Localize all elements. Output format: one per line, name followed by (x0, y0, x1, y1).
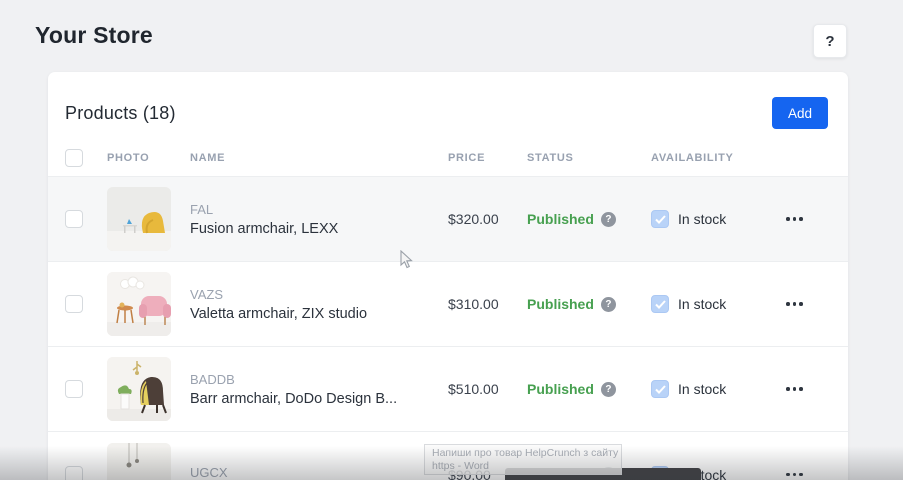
product-photo (107, 357, 171, 421)
help-button[interactable]: ? (813, 24, 847, 58)
store-admin-page: { "page": { "title": "Your Store", "help… (0, 0, 903, 480)
products-card: Products (18) Add PHOTO NAME PRICE STATU… (48, 72, 848, 480)
table-row[interactable]: UGCX $90.00 Published ? In stock (48, 432, 848, 480)
product-name: Valetta armchair, ZIX studio (190, 306, 448, 322)
in-stock-checkbox[interactable] (651, 380, 669, 398)
select-all-checkbox[interactable] (65, 149, 83, 167)
add-product-button[interactable]: Add (772, 97, 828, 129)
column-header-photo: PHOTO (107, 152, 190, 164)
product-sku: BADDB (190, 372, 448, 387)
product-photo (107, 272, 171, 336)
products-heading: Products (18) (65, 103, 176, 124)
product-availability: In stock (651, 295, 784, 313)
check-icon (655, 215, 666, 224)
availability-label: In stock (678, 211, 726, 227)
row-actions-menu-icon[interactable] (784, 387, 848, 391)
column-header-availability: AVAILABILITY (651, 152, 784, 164)
product-name: Barr armchair, DoDo Design B... (190, 391, 448, 407)
product-sku: UGCX (190, 465, 448, 480)
column-header-price: PRICE (448, 152, 527, 164)
table-row[interactable]: BADDB Barr armchair, DoDo Design B... $5… (48, 347, 848, 432)
product-status: Published ? (527, 381, 651, 397)
row-checkbox[interactable] (65, 380, 83, 398)
availability-label: In stock (678, 296, 726, 312)
product-price: $510.00 (448, 381, 527, 397)
row-checkbox[interactable] (65, 466, 83, 480)
product-sku: VAZS (190, 287, 448, 302)
check-icon (655, 300, 666, 309)
status-help-icon[interactable]: ? (601, 382, 616, 397)
in-stock-checkbox[interactable] (651, 210, 669, 228)
product-status: Published ? (527, 211, 651, 227)
armchair-yellow-illustration (107, 187, 171, 251)
status-badge: Published (527, 381, 594, 397)
armchair-pink-illustration (107, 272, 171, 336)
status-help-icon[interactable]: ? (601, 212, 616, 227)
armchair-brown-illustration (107, 357, 171, 421)
row-actions-menu-icon[interactable] (784, 473, 848, 477)
product-price: $320.00 (448, 211, 527, 227)
product-photo (107, 443, 171, 480)
check-icon (655, 385, 666, 394)
in-stock-checkbox[interactable] (651, 295, 669, 313)
table-row[interactable]: FAL Fusion armchair, LEXX $320.00 Publis… (48, 177, 848, 262)
row-checkbox[interactable] (65, 210, 83, 228)
row-actions-menu-icon[interactable] (784, 302, 848, 306)
status-help-icon[interactable]: ? (601, 297, 616, 312)
page-title: Your Store (35, 22, 153, 49)
background-window-edge (505, 468, 701, 480)
product-price: $310.00 (448, 296, 527, 312)
row-actions-menu-icon[interactable] (784, 217, 848, 221)
column-header-name: NAME (190, 152, 448, 164)
product-availability: In stock (651, 210, 784, 228)
product-name: Fusion armchair, LEXX (190, 221, 448, 237)
row-checkbox[interactable] (65, 295, 83, 313)
product-availability: In stock (651, 380, 784, 398)
column-header-status: STATUS (527, 152, 651, 164)
product-sku: FAL (190, 202, 448, 217)
table-header-row: PHOTO NAME PRICE STATUS AVAILABILITY (48, 140, 848, 177)
status-badge: Published (527, 211, 594, 227)
availability-label: In stock (678, 381, 726, 397)
status-badge: Published (527, 296, 594, 312)
product-status: Published ? (527, 296, 651, 312)
table-row[interactable]: VAZS Valetta armchair, ZIX studio $310.0… (48, 262, 848, 347)
products-card-header: Products (18) Add (48, 72, 848, 140)
product-photo (107, 187, 171, 251)
sofa-green-illustration (107, 443, 171, 480)
